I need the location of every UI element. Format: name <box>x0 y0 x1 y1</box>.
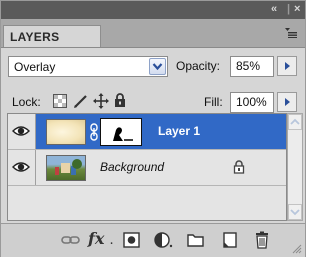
lock-transparent-pixels-icon[interactable] <box>53 94 67 108</box>
lock-label: Lock: <box>12 95 41 109</box>
fill-label: Fill: <box>204 95 223 109</box>
panel-title-strip: « | × <box>1 1 305 19</box>
opacity-input[interactable]: 85% <box>230 56 274 77</box>
layers-footer-toolbar: fx . <box>1 223 305 257</box>
layer-row-background[interactable]: Background <box>8 150 286 186</box>
chevron-up-icon <box>290 118 300 125</box>
play-arrow-icon <box>285 98 290 106</box>
fill-input[interactable]: 100% <box>230 92 274 113</box>
separator: | <box>287 3 291 15</box>
trash-icon[interactable] <box>254 231 270 249</box>
collapse-icon[interactable]: « <box>271 3 277 15</box>
folder-icon[interactable] <box>187 231 205 249</box>
layer-mask-thumbnail[interactable] <box>101 119 141 145</box>
background-thumbnail[interactable] <box>46 155 86 181</box>
fx-icon: fx <box>88 229 105 248</box>
link-layers-icon[interactable] <box>61 231 81 249</box>
lock-icon <box>233 160 245 174</box>
add-mask-icon[interactable] <box>123 231 141 249</box>
lock-position-icon[interactable] <box>93 93 109 109</box>
layer-name[interactable]: Layer 1 <box>158 124 200 138</box>
layers-panel: « | × LAYERS Overlay Opacity: 85% Lock: <box>0 0 306 257</box>
blend-mode-select[interactable]: Overlay <box>8 56 168 77</box>
visibility-toggle[interactable] <box>8 114 36 149</box>
chevron-down-icon <box>290 209 300 216</box>
scroll-up-button[interactable] <box>288 114 302 130</box>
blend-mode-value: Overlay <box>14 60 56 74</box>
tab-layers[interactable]: LAYERS <box>3 25 101 47</box>
lock-all-icon[interactable] <box>114 93 126 108</box>
layer-name[interactable]: Background <box>100 160 164 174</box>
eye-icon <box>12 162 30 172</box>
opacity-slider-button[interactable] <box>277 56 297 76</box>
opacity-label: Opacity: <box>176 59 221 73</box>
eye-icon <box>12 126 30 136</box>
layer-style-button[interactable]: fx . <box>88 229 114 248</box>
chevron-down-icon <box>152 63 163 71</box>
layers-list: Layer 1 Background <box>7 113 287 221</box>
layer-thumbnail[interactable] <box>46 119 86 145</box>
fill-slider-button[interactable] <box>277 92 297 112</box>
visibility-toggle[interactable] <box>8 150 36 185</box>
scroll-down-button[interactable] <box>288 204 302 220</box>
resize-grip-icon[interactable] <box>291 243 302 254</box>
dropdown-dot: . <box>110 237 114 247</box>
lock-image-pixels-icon[interactable] <box>73 93 89 109</box>
layer-row-layer-1[interactable]: Layer 1 <box>8 114 286 150</box>
close-icon[interactable]: × <box>294 3 300 15</box>
mask-silhouette-icon <box>113 127 133 141</box>
panel-menu-icon[interactable] <box>285 28 297 38</box>
play-arrow-icon <box>285 62 290 70</box>
layers-scrollbar[interactable] <box>287 113 303 221</box>
adjustment-layer-icon[interactable] <box>154 231 174 249</box>
blend-mode-dropdown-button[interactable] <box>149 58 166 75</box>
new-layer-icon[interactable] <box>221 231 239 249</box>
photo-thumbnail-icon <box>55 159 82 175</box>
chain-link-icon[interactable] <box>89 123 99 141</box>
tab-row: LAYERS <box>1 19 305 48</box>
